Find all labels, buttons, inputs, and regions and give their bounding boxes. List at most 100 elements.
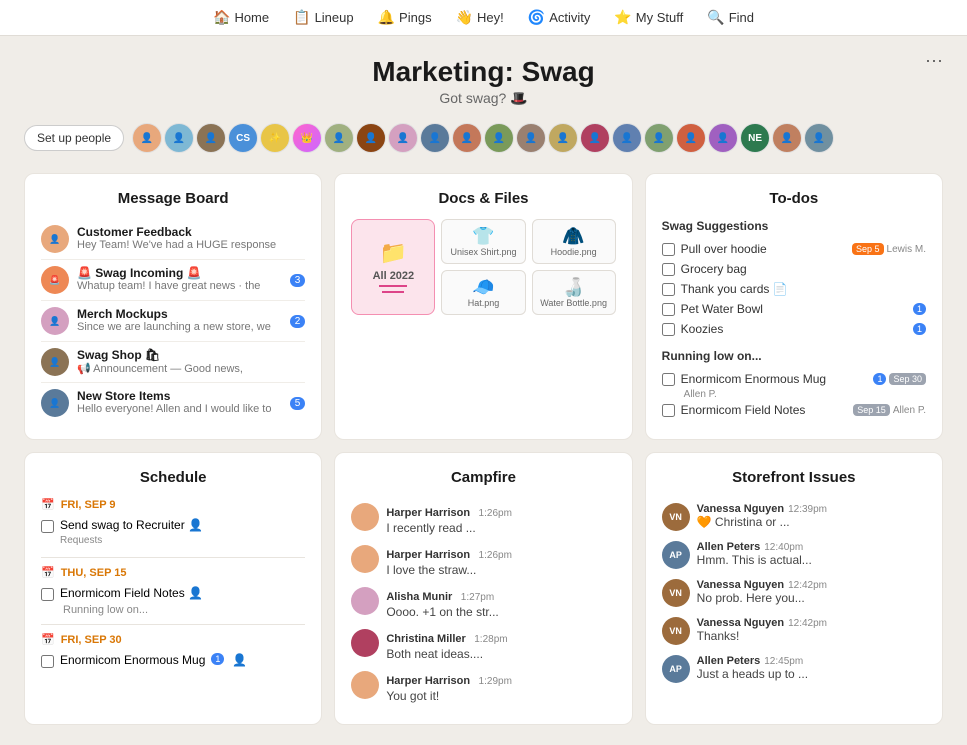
avatar[interactable]: 👤	[132, 123, 162, 153]
avatar[interactable]: 👤	[164, 123, 194, 153]
setup-people-button[interactable]: Set up people	[24, 125, 124, 151]
campfire-sender: Harper Harrison	[386, 549, 470, 561]
todo-checkbox[interactable]	[662, 263, 675, 276]
file-icon: 👕	[448, 226, 518, 247]
campfire-sender: Harper Harrison	[386, 675, 470, 687]
avatar[interactable]: 👤	[676, 123, 706, 153]
avatar[interactable]: 👤	[196, 123, 226, 153]
storefront-message[interactable]: AP Allen Peters 12:40pm Hmm. This is act…	[662, 536, 926, 574]
file-icon: 🧢	[448, 277, 518, 298]
nav-pings[interactable]: 🔔 Pings	[368, 5, 442, 30]
message-title: Merch Mockups	[77, 307, 278, 321]
docs-file-item[interactable]: 🍶 Water Bottle.png	[532, 270, 616, 315]
schedule-label: Send swag to Recruiter 👤Requests	[60, 518, 203, 546]
avatar[interactable]: 👤	[708, 123, 738, 153]
todo-checkbox[interactable]	[662, 323, 675, 336]
nav-mystuff[interactable]: ⭐ My Stuff	[604, 5, 693, 30]
file-icon: 🧥	[539, 226, 609, 247]
campfire-avatar	[351, 545, 379, 573]
message-board-title: Message Board	[41, 190, 305, 207]
avatar[interactable]: 👤	[324, 123, 354, 153]
campfire-text: I love the straw...	[386, 563, 615, 577]
schedule-checkbox[interactable]	[41, 655, 54, 668]
running-low-header: Running low on...	[662, 349, 926, 363]
docs-file-item[interactable]: 🧢 Hat.png	[441, 270, 525, 315]
avatar[interactable]: 👤	[356, 123, 386, 153]
todo-label: Grocery bag	[681, 262, 926, 276]
todo-checkbox[interactable]	[662, 404, 675, 417]
todo-label: Enormicom Field Notes	[681, 403, 848, 417]
find-icon: 🔍	[707, 9, 724, 26]
message-item[interactable]: 👤 Swag Shop 🛍 📢 Announcement — Good news…	[41, 342, 305, 383]
todo-checkbox[interactable]	[662, 243, 675, 256]
avatar[interactable]: CS	[228, 123, 258, 153]
avatar[interactable]: 👤	[612, 123, 642, 153]
avatar[interactable]: ✨	[260, 123, 290, 153]
campfire-title: Campfire	[351, 469, 615, 486]
message-avatar: 👤	[41, 225, 69, 253]
message-board-list: 👤 Customer Feedback Hey Team! We've had …	[41, 219, 305, 423]
avatar[interactable]: 👤	[644, 123, 674, 153]
nav-lineup[interactable]: 📋 Lineup	[283, 5, 363, 30]
nav-hey[interactable]: 👋 Hey!	[446, 5, 514, 30]
avatar[interactable]: 👑	[292, 123, 322, 153]
todo-checkbox[interactable]	[662, 283, 675, 296]
storefront-message[interactable]: AP Allen Peters 12:45pm Just a heads up …	[662, 650, 926, 688]
avatar[interactable]: 👤	[452, 123, 482, 153]
avatar[interactable]: 👤	[516, 123, 546, 153]
project-subtitle: Got swag? 🎩	[24, 90, 943, 107]
todo-label: Thank you cards 📄	[681, 282, 926, 296]
todo-item: Enormicom Enormous Mug 1 Sep 30	[662, 369, 926, 389]
message-badge: 3	[290, 274, 306, 287]
avatar[interactable]: 👤	[804, 123, 834, 153]
campfire-message[interactable]: Christina Miller 1:28pm Both neat ideas.…	[351, 624, 615, 666]
avatar[interactable]: 👤	[388, 123, 418, 153]
avatar[interactable]: 👤	[548, 123, 578, 153]
nav-find[interactable]: 🔍 Find	[697, 5, 764, 30]
nav-home[interactable]: 🏠 Home	[203, 5, 279, 30]
todo-badge: 1	[913, 303, 926, 315]
todo-checkbox[interactable]	[662, 373, 675, 386]
schedule-label: Enormicom Enormous Mug	[60, 653, 205, 667]
message-avatar: 👤	[41, 348, 69, 376]
nav-activity[interactable]: 🌀 Activity	[518, 5, 601, 30]
campfire-message[interactable]: Harper Harrison 1:26pm I love the straw.…	[351, 540, 615, 582]
docs-file-item[interactable]: 🧥 Hoodie.png	[532, 219, 616, 264]
avatar[interactable]: 👤	[420, 123, 450, 153]
todo-checkbox[interactable]	[662, 303, 675, 316]
campfire-time: 1:26pm	[479, 550, 512, 561]
avatar[interactable]: 👤	[484, 123, 514, 153]
campfire-avatar	[351, 629, 379, 657]
todo-item: Grocery bag	[662, 259, 926, 279]
docs-files-title: Docs & Files	[351, 190, 615, 207]
storefront-message[interactable]: VN Vanessa Nguyen 12:39pm 🧡 Christina or…	[662, 498, 926, 536]
avatar[interactable]: 👤	[772, 123, 802, 153]
schedule-checkbox[interactable]	[41, 588, 54, 601]
hey-icon: 👋	[456, 9, 473, 26]
schedule-card: Schedule 📅 FRI, SEP 9 Send swag to Recru…	[24, 452, 322, 725]
storefront-message[interactable]: VN Vanessa Nguyen 12:42pm Thanks!	[662, 612, 926, 650]
schedule-checkbox[interactable]	[41, 520, 54, 533]
message-item[interactable]: 🚨 🚨 Swag Incoming 🚨 Whatup team! I have …	[41, 260, 305, 301]
message-item[interactable]: 👤 Merch Mockups Since we are launching a…	[41, 301, 305, 342]
todo-label: Enormicom Enormous Mug	[681, 372, 868, 386]
message-avatar: 👤	[41, 307, 69, 335]
docs-folder-item[interactable]: 📁 All 2022	[351, 219, 435, 315]
campfire-messages: Harper Harrison 1:26pm I recently read .…	[351, 498, 615, 708]
message-item[interactable]: 👤 New Store Items Hello everyone! Allen …	[41, 383, 305, 423]
avatar[interactable]: 👤	[580, 123, 610, 153]
storefront-title: Storefront Issues	[662, 469, 926, 486]
storefront-message[interactable]: VN Vanessa Nguyen 12:42pm No prob. Here …	[662, 574, 926, 612]
campfire-text: Both neat ideas....	[386, 647, 615, 661]
campfire-message[interactable]: Alisha Munir 1:27pm Oooo. +1 on the str.…	[351, 582, 615, 624]
top-nav: 🏠 Home 📋 Lineup 🔔 Pings 👋 Hey! 🌀 Activit…	[0, 0, 967, 36]
todo-item: Pet Water Bowl 1	[662, 299, 926, 319]
campfire-message[interactable]: Harper Harrison 1:26pm I recently read .…	[351, 498, 615, 540]
campfire-text: You got it!	[386, 689, 615, 703]
docs-file-item[interactable]: 👕 Unisex Shirt.png	[441, 219, 525, 264]
message-badge: 5	[290, 397, 306, 410]
message-item[interactable]: 👤 Customer Feedback Hey Team! We've had …	[41, 219, 305, 260]
avatar[interactable]: NE	[740, 123, 770, 153]
file-label: Hoodie.png	[539, 247, 609, 257]
more-options-button[interactable]: ···	[917, 46, 951, 75]
